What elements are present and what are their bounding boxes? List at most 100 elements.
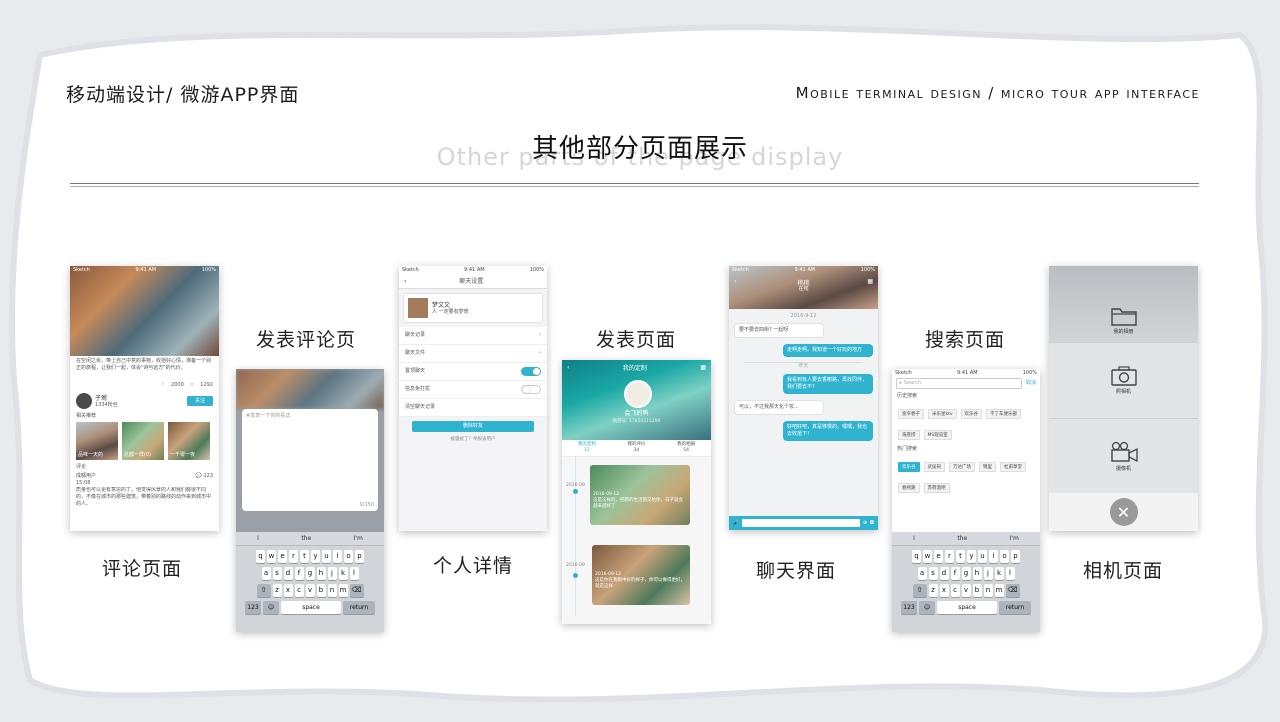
mute-toggle[interactable] — [521, 385, 541, 394]
key[interactable]: y — [967, 550, 976, 563]
key[interactable]: u — [978, 550, 987, 563]
key[interactable]: j — [327, 567, 337, 580]
key[interactable]: a — [917, 567, 927, 580]
emoji-key[interactable]: ☺ — [263, 601, 279, 614]
space-key[interactable]: space — [937, 601, 997, 614]
timeline-card[interactable]: 2016-09-12 这是你在我眼中好的样子，你可以做得更好，就是这样 — [592, 545, 690, 605]
profile-card[interactable]: 梦文文 人 一定要有梦想 — [403, 293, 543, 323]
album-option[interactable]: 我的相册 — [1049, 266, 1198, 342]
history-tag[interactable]: 欢乐谷 — [960, 409, 983, 419]
key[interactable]: t — [300, 550, 309, 563]
key[interactable]: o — [344, 550, 353, 563]
key[interactable]: k — [994, 567, 1004, 580]
timeline-card[interactable]: 2016-09-12 这是这样的，把新的生活都交给你，日子就会越来越好了 — [590, 465, 690, 525]
message-input[interactable] — [742, 519, 860, 527]
key[interactable]: j — [983, 567, 993, 580]
key[interactable]: z — [272, 584, 282, 597]
follow-button[interactable]: 关注 — [187, 396, 213, 406]
key[interactable]: s — [928, 567, 938, 580]
shift-key[interactable]: ⇧ — [256, 584, 271, 597]
return-key[interactable]: return — [999, 601, 1031, 614]
key[interactable]: i — [333, 550, 342, 563]
key[interactable]: h — [972, 567, 982, 580]
return-key[interactable]: return — [343, 601, 375, 614]
key[interactable]: d — [283, 567, 293, 580]
key[interactable]: l — [1005, 567, 1015, 580]
tab-album[interactable]: 我的相册 54 — [677, 442, 695, 456]
key[interactable]: d — [939, 567, 949, 580]
close-icon[interactable]: ✕ — [1109, 498, 1138, 526]
delete-key[interactable]: ⌫ — [1005, 584, 1020, 597]
search-input[interactable]: ⌕ Search — [896, 378, 1022, 389]
report-link[interactable]: 被骚扰了？举报该用户 — [399, 436, 547, 443]
space-key[interactable]: space — [281, 601, 341, 614]
key[interactable]: n — [327, 584, 337, 597]
suggestion[interactable]: I — [257, 535, 259, 542]
hot-tag[interactable]: 春熙路 — [898, 483, 920, 493]
key[interactable]: h — [316, 567, 326, 580]
key[interactable]: l — [349, 567, 359, 580]
key[interactable]: r — [289, 550, 298, 563]
key[interactable]: e — [278, 550, 287, 563]
add-icon[interactable]: ⊕ — [863, 520, 867, 527]
key[interactable]: f — [294, 567, 304, 580]
key[interactable]: i — [989, 550, 998, 563]
chat-files-row[interactable]: 聊天文件 › — [399, 345, 547, 363]
key[interactable]: z — [928, 584, 938, 597]
key[interactable]: u — [322, 550, 331, 563]
suggestion[interactable]: I — [913, 535, 915, 542]
camera-icon[interactable]: ◘ — [870, 520, 874, 527]
key[interactable]: q — [256, 550, 265, 563]
history-tag[interactable]: 不了车便乐部 — [986, 409, 1022, 419]
key[interactable]: g — [961, 567, 971, 580]
numbers-key[interactable]: 123 — [901, 601, 917, 614]
key[interactable]: n — [983, 584, 993, 597]
key[interactable]: w — [267, 550, 276, 563]
hot-tag[interactable]: 武侯祠 — [923, 462, 945, 472]
suggestion[interactable]: I'm — [1010, 535, 1019, 542]
hot-tag[interactable]: 欢乐谷 — [898, 462, 920, 472]
history-tag[interactable]: MS观览室 — [923, 430, 952, 440]
key[interactable]: s — [272, 567, 282, 580]
key[interactable]: p — [1011, 550, 1020, 563]
cancel-button[interactable]: 取消 — [1026, 380, 1036, 387]
video-option[interactable]: 摄像机 — [1049, 418, 1198, 494]
key[interactable]: m — [994, 584, 1004, 597]
avatar[interactable] — [76, 393, 92, 409]
tab-reviews[interactable]: 我的评价 34 — [627, 442, 645, 456]
grid-icon[interactable]: ▦ — [700, 364, 706, 371]
key[interactable]: b — [316, 584, 326, 597]
key[interactable]: q — [912, 550, 921, 563]
suggestion[interactable]: the — [301, 535, 311, 542]
hot-tag[interactable]: 苏荷酒吧 — [923, 483, 950, 493]
grid-icon[interactable]: ▦ — [867, 278, 873, 285]
related-card[interactable]: 品味一天的 — [76, 422, 118, 460]
hot-tag[interactable]: 杜甫草堂 — [1000, 462, 1026, 472]
microphone-icon[interactable]: 🎤 — [733, 520, 739, 527]
history-tag[interactable]: 米乐星ktv — [928, 409, 957, 419]
key[interactable]: y — [311, 550, 320, 563]
star-icon[interactable]: ☆ — [190, 382, 194, 389]
key[interactable]: x — [283, 584, 293, 597]
shift-key[interactable]: ⇧ — [912, 584, 927, 597]
related-card[interactable]: 这都一样(0) — [122, 422, 164, 460]
back-icon[interactable]: ‹ — [567, 364, 569, 371]
suggestion[interactable]: the — [957, 535, 967, 542]
key[interactable]: c — [294, 584, 304, 597]
clear-history-row[interactable]: 清空聊天记录 — [399, 399, 547, 417]
key[interactable]: g — [305, 567, 315, 580]
numbers-key[interactable]: 123 — [245, 601, 261, 614]
key[interactable]: r — [945, 550, 954, 563]
key[interactable]: t — [956, 550, 965, 563]
key[interactable]: o — [1000, 550, 1009, 563]
key[interactable]: w — [923, 550, 932, 563]
history-tag[interactable]: 宽窄巷子 — [898, 409, 924, 419]
hot-tag[interactable]: 万达广场 — [949, 462, 975, 472]
back-icon[interactable]: ‹ — [404, 278, 406, 285]
delete-key[interactable]: ⌫ — [349, 584, 364, 597]
key[interactable]: c — [950, 584, 960, 597]
suggestion[interactable]: I'm — [354, 535, 363, 542]
key[interactable]: x — [939, 584, 949, 597]
emoji-key[interactable]: ☺ — [919, 601, 935, 614]
chat-history-row[interactable]: 聊天记录 › — [399, 327, 547, 345]
